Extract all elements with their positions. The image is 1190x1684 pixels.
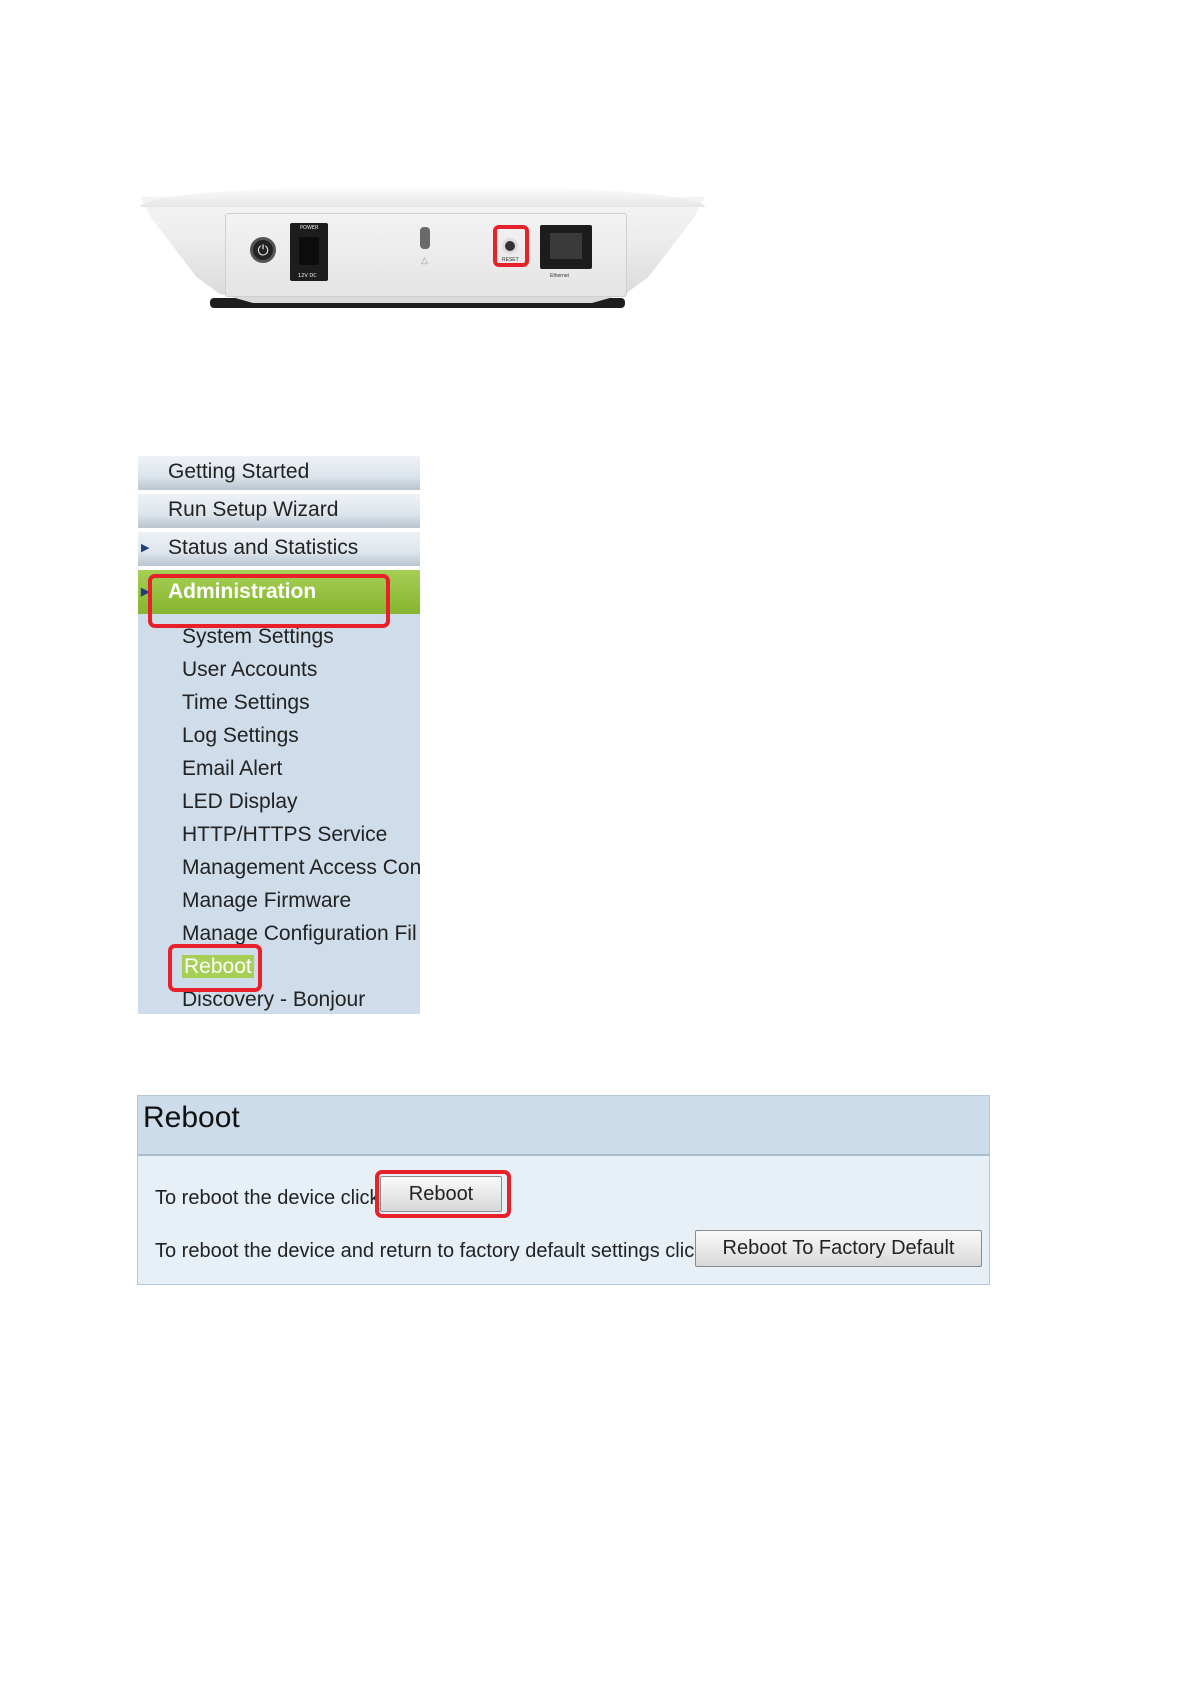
page-title: Reboot xyxy=(138,1096,989,1156)
nav-item-label: Getting Started xyxy=(168,460,310,483)
reboot-panel: Reboot To reboot the device click Reboot… xyxy=(137,1095,990,1285)
power-label: POWER xyxy=(300,225,319,231)
nav-subitem-led-display[interactable]: LED Display xyxy=(138,785,420,818)
reboot-factory-default-button[interactable]: Reboot To Factory Default xyxy=(695,1230,982,1267)
nav-subitem-user-accounts[interactable]: User Accounts xyxy=(138,653,420,686)
nav-item-run-setup-wizard[interactable]: Run Setup Wizard xyxy=(138,494,420,532)
nav-subitem-manage-firmware[interactable]: Manage Firmware xyxy=(138,884,420,917)
administration-highlight xyxy=(148,574,390,628)
led-indicator xyxy=(420,227,430,249)
reset-highlight xyxy=(493,225,529,267)
ethernet-port xyxy=(540,225,592,269)
nav-subitem-time-settings[interactable]: Time Settings xyxy=(138,686,420,719)
factory-reset-instruction: To reboot the device and return to facto… xyxy=(155,1240,705,1262)
device-top xyxy=(140,185,705,207)
led-warning-icon: △ xyxy=(421,255,428,265)
device-photo: ⏻ POWER 12V DC △ RESET Ethernet xyxy=(140,185,705,310)
nav-item-getting-started[interactable]: Getting Started xyxy=(138,456,420,494)
nav-item-status-and-statistics[interactable]: ▶ Status and Statistics xyxy=(138,532,420,570)
nav-item-label: Run Setup Wizard xyxy=(168,498,339,521)
ethernet-label: Ethernet xyxy=(550,273,569,279)
reboot-button-highlight xyxy=(375,1170,511,1218)
nav-subitem-management-access-control[interactable]: Management Access Con xyxy=(138,851,420,884)
admin-nav-menu: Getting Started Run Setup Wizard ▶ Statu… xyxy=(138,456,420,1014)
nav-item-label: Status and Statistics xyxy=(168,536,359,559)
nav-subitem-http-https-service[interactable]: HTTP/HTTPS Service xyxy=(138,818,420,851)
voltage-label: 12V DC xyxy=(298,273,317,279)
reboot-instruction: To reboot the device click xyxy=(155,1187,380,1209)
reboot-nav-highlight xyxy=(168,944,262,992)
power-button-icon: ⏻ xyxy=(250,237,276,263)
nav-subitem-log-settings[interactable]: Log Settings xyxy=(138,719,420,752)
nav-subitem-email-alert[interactable]: Email Alert xyxy=(138,752,420,785)
caret-right-icon: ▶ xyxy=(141,542,150,554)
